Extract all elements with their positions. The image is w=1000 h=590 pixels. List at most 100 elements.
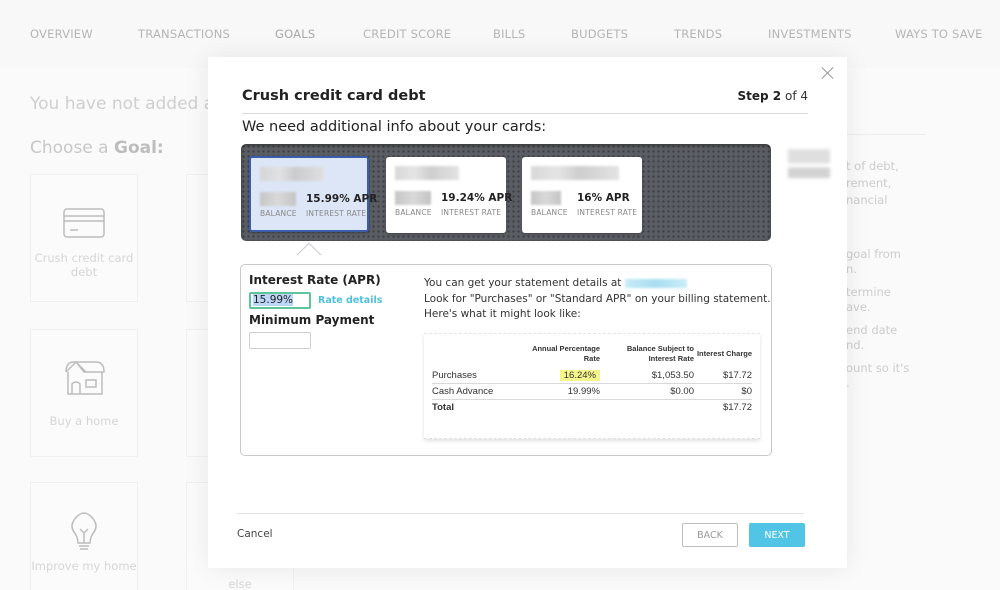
- lightbulb-icon: [71, 512, 97, 550]
- apr-input[interactable]: 15.99%: [249, 292, 311, 309]
- choose-prefix: Choose a: [30, 138, 114, 158]
- nav-bills[interactable]: BILLS: [493, 27, 525, 41]
- step-suffix: of 4: [781, 89, 808, 103]
- row-label: Total: [432, 402, 454, 413]
- cancel-link[interactable]: Cancel: [237, 528, 273, 540]
- statement-total-row: Total $17.72: [432, 400, 752, 416]
- goal-tile-buy-home[interactable]: Buy a home: [30, 329, 138, 457]
- modal-subtitle: We need additional info about your cards…: [242, 119, 547, 135]
- statement-help-text: You can get your statement details at Lo…: [424, 276, 771, 323]
- help-line-3: Here's what it might look like:: [424, 308, 581, 320]
- house-icon: [65, 360, 105, 395]
- statement-header: Annual Percentage Rate: [532, 344, 600, 363]
- step-prefix: Step: [737, 89, 773, 103]
- card-selector: 15.99% APR BALANCE INTEREST RATE 19.24% …: [241, 144, 771, 241]
- right-panel-text: t of debt,: [846, 159, 899, 173]
- statement-header: Balance Subject to Interest Rate: [626, 344, 694, 363]
- help-line-2: Look for "Purchases" or "Standard APR" o…: [424, 292, 771, 305]
- nav-trends[interactable]: TRENDS: [674, 27, 722, 41]
- credit-card-option[interactable]: 16% APR BALANCE INTEREST RATE: [522, 157, 642, 233]
- right-panel-divider: [846, 134, 926, 135]
- goal-tile-label: else: [228, 577, 252, 590]
- nav-budgets[interactable]: BUDGETS: [571, 27, 628, 41]
- row-label: Cash Advance: [432, 383, 524, 400]
- statement-header-row: Annual Percentage Rate Balance Subject t…: [432, 344, 752, 368]
- goal-tile-credit-card[interactable]: Crush credit card debt: [30, 174, 138, 302]
- right-panel-text: nd.: [846, 338, 865, 352]
- choose-goal-heading: Choose a Goal:: [30, 138, 164, 158]
- goal-tile-improve-home[interactable]: Improve my home: [30, 482, 138, 590]
- row-charge: $0: [694, 383, 752, 400]
- goal-tile-label: Improve my home: [31, 559, 137, 573]
- nav-ways-to-save[interactable]: WAYS TO SAVE: [895, 27, 983, 41]
- choose-bold: Goal:: [114, 138, 164, 158]
- back-button[interactable]: BACK: [682, 523, 738, 547]
- interest-rate-label: INTEREST RATE: [441, 208, 502, 217]
- redacted-logo: [788, 149, 830, 185]
- card-detail-panel: Interest Rate (APR) 15.99% Rate details …: [240, 264, 772, 456]
- interest-rate-label: INTEREST RATE: [577, 208, 638, 217]
- right-panel-text: n.: [846, 262, 857, 276]
- row-charge: $17.72: [694, 368, 752, 384]
- highlighted-apr: 16.24%: [559, 370, 600, 381]
- step-indicator: Step 2 of 4: [738, 89, 809, 103]
- right-panel-text: rement,: [846, 176, 892, 190]
- selected-card-pointer: [294, 240, 324, 255]
- statement-row: Purchases 16.24% $1,053.50 $17.72: [432, 368, 752, 384]
- nav-transactions[interactable]: TRANSACTIONS: [138, 27, 230, 41]
- modal-title: Crush credit card debt: [242, 88, 426, 104]
- next-button[interactable]: NEXT: [749, 523, 805, 547]
- goal-tile-label: Buy a home: [49, 414, 119, 428]
- row-charge: $17.72: [722, 402, 752, 413]
- credit-card-option-selected[interactable]: 15.99% APR BALANCE INTEREST RATE: [249, 156, 377, 232]
- empty-message: You have not added an: [30, 94, 225, 114]
- row-balance: [600, 400, 694, 416]
- apr-label: Interest Rate (APR): [249, 273, 381, 287]
- min-payment-label: Minimum Payment: [249, 313, 375, 327]
- credit-card-icon: [63, 208, 105, 238]
- statement-row: Cash Advance 19.99% $0.00 $0: [432, 383, 752, 400]
- right-panel-text: nancial: [846, 193, 888, 207]
- statement-header: [432, 344, 524, 368]
- min-payment-input[interactable]: [249, 332, 311, 349]
- close-icon[interactable]: [821, 66, 835, 80]
- right-panel-text: goal from: [846, 247, 901, 261]
- card-apr: 19.24% APR: [441, 192, 513, 204]
- right-panel-text: termine: [846, 285, 891, 299]
- card-apr: 15.99% APR: [306, 193, 378, 205]
- row-apr: 16.24%: [524, 368, 600, 384]
- rate-details-link[interactable]: Rate details: [318, 295, 382, 306]
- redacted-balance: [260, 192, 296, 206]
- footer-divider: [237, 513, 804, 514]
- redacted-card-name: [395, 166, 459, 180]
- row-label: Purchases: [432, 368, 524, 384]
- interest-rate-label: INTEREST RATE: [306, 209, 367, 218]
- credit-card-option[interactable]: 19.24% APR BALANCE INTEREST RATE: [386, 157, 512, 233]
- right-panel-text: ount so it's: [846, 361, 910, 375]
- nav-goals[interactable]: GOALS: [275, 27, 315, 41]
- balance-label: BALANCE: [395, 208, 432, 217]
- row-apr: [524, 400, 600, 416]
- redacted-card-name: [531, 166, 619, 180]
- redacted-card-name: [260, 167, 324, 181]
- step-current: 2: [772, 89, 782, 103]
- goal-tile-label: Crush credit card debt: [34, 251, 134, 279]
- right-panel-text: ave.: [846, 300, 871, 314]
- right-panel-text: end date: [846, 323, 898, 337]
- redacted-balance: [395, 191, 431, 205]
- nav-credit-score[interactable]: CREDIT SCORE: [363, 27, 451, 41]
- row-apr: 19.99%: [524, 383, 600, 400]
- statement-table: Annual Percentage Rate Balance Subject t…: [432, 344, 752, 415]
- nav-investments[interactable]: INVESTMENTS: [768, 27, 852, 41]
- card-apr: 16% APR: [577, 192, 630, 204]
- goal-setup-modal: Crush credit card debt Step 2 of 4 We ne…: [208, 57, 847, 568]
- balance-label: BALANCE: [531, 208, 568, 217]
- apr-input-value: 15.99%: [253, 294, 294, 306]
- row-balance: $0.00: [600, 383, 694, 400]
- balance-label: BALANCE: [260, 209, 297, 218]
- redacted-balance: [531, 191, 561, 205]
- redacted-link[interactable]: [624, 278, 687, 288]
- nav-overview[interactable]: OVERVIEW: [30, 27, 93, 41]
- sample-statement: Annual Percentage Rate Balance Subject t…: [424, 333, 760, 439]
- statement-header: Interest Charge: [696, 349, 752, 358]
